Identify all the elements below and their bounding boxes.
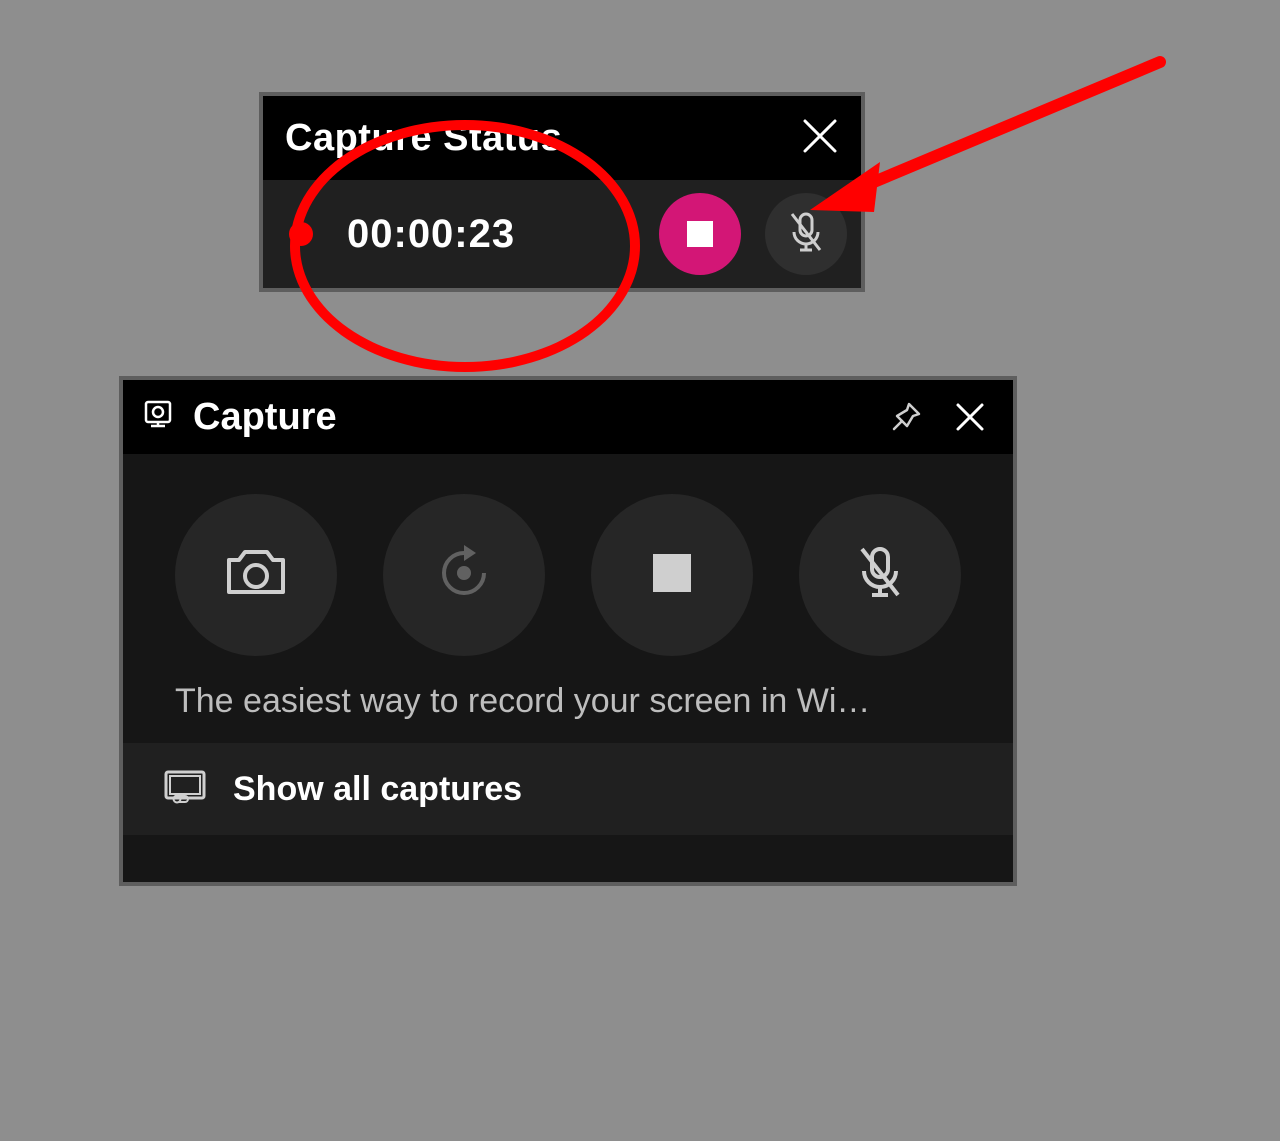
microphone-muted-icon [786,210,826,259]
microphone-toggle-button[interactable] [799,494,961,656]
capture-status-titlebar: Capture Status [263,96,861,180]
stop-recording-button[interactable] [659,193,741,275]
pin-button[interactable] [883,394,929,440]
capture-context-text: The easiest way to record your screen in… [123,676,1013,743]
microphone-muted-icon [854,543,906,608]
screenshot-button[interactable] [175,494,337,656]
capture-status-body: 00:00:23 [263,180,861,288]
close-icon [801,117,839,160]
capture-status-title: Capture Status [285,117,562,160]
capture-panel-titlebar: Capture [123,380,1013,454]
stop-recording-button[interactable] [591,494,753,656]
capture-actions-row [123,454,1013,676]
stop-icon [649,550,695,601]
stop-icon [687,221,713,247]
record-last-icon [432,541,496,610]
gallery-icon [163,769,207,810]
close-icon [953,400,987,434]
capture-panel-body: The easiest way to record your screen in… [123,454,1013,882]
show-all-captures-label: Show all captures [233,770,522,809]
capture-panel: Capture [119,376,1017,886]
camera-icon [223,546,289,605]
recording-indicator-icon [289,222,313,246]
record-last-button[interactable] [383,494,545,656]
close-button[interactable] [947,394,993,440]
microphone-toggle-button[interactable] [765,193,847,275]
pin-icon [889,400,923,434]
capture-status-widget: Capture Status 00:00:23 [259,92,865,292]
show-all-captures-button[interactable]: Show all captures [123,743,1013,835]
close-button[interactable] [797,115,843,161]
webcam-icon [141,398,175,437]
capture-panel-title: Capture [193,396,865,439]
recording-elapsed-time: 00:00:23 [347,212,635,257]
